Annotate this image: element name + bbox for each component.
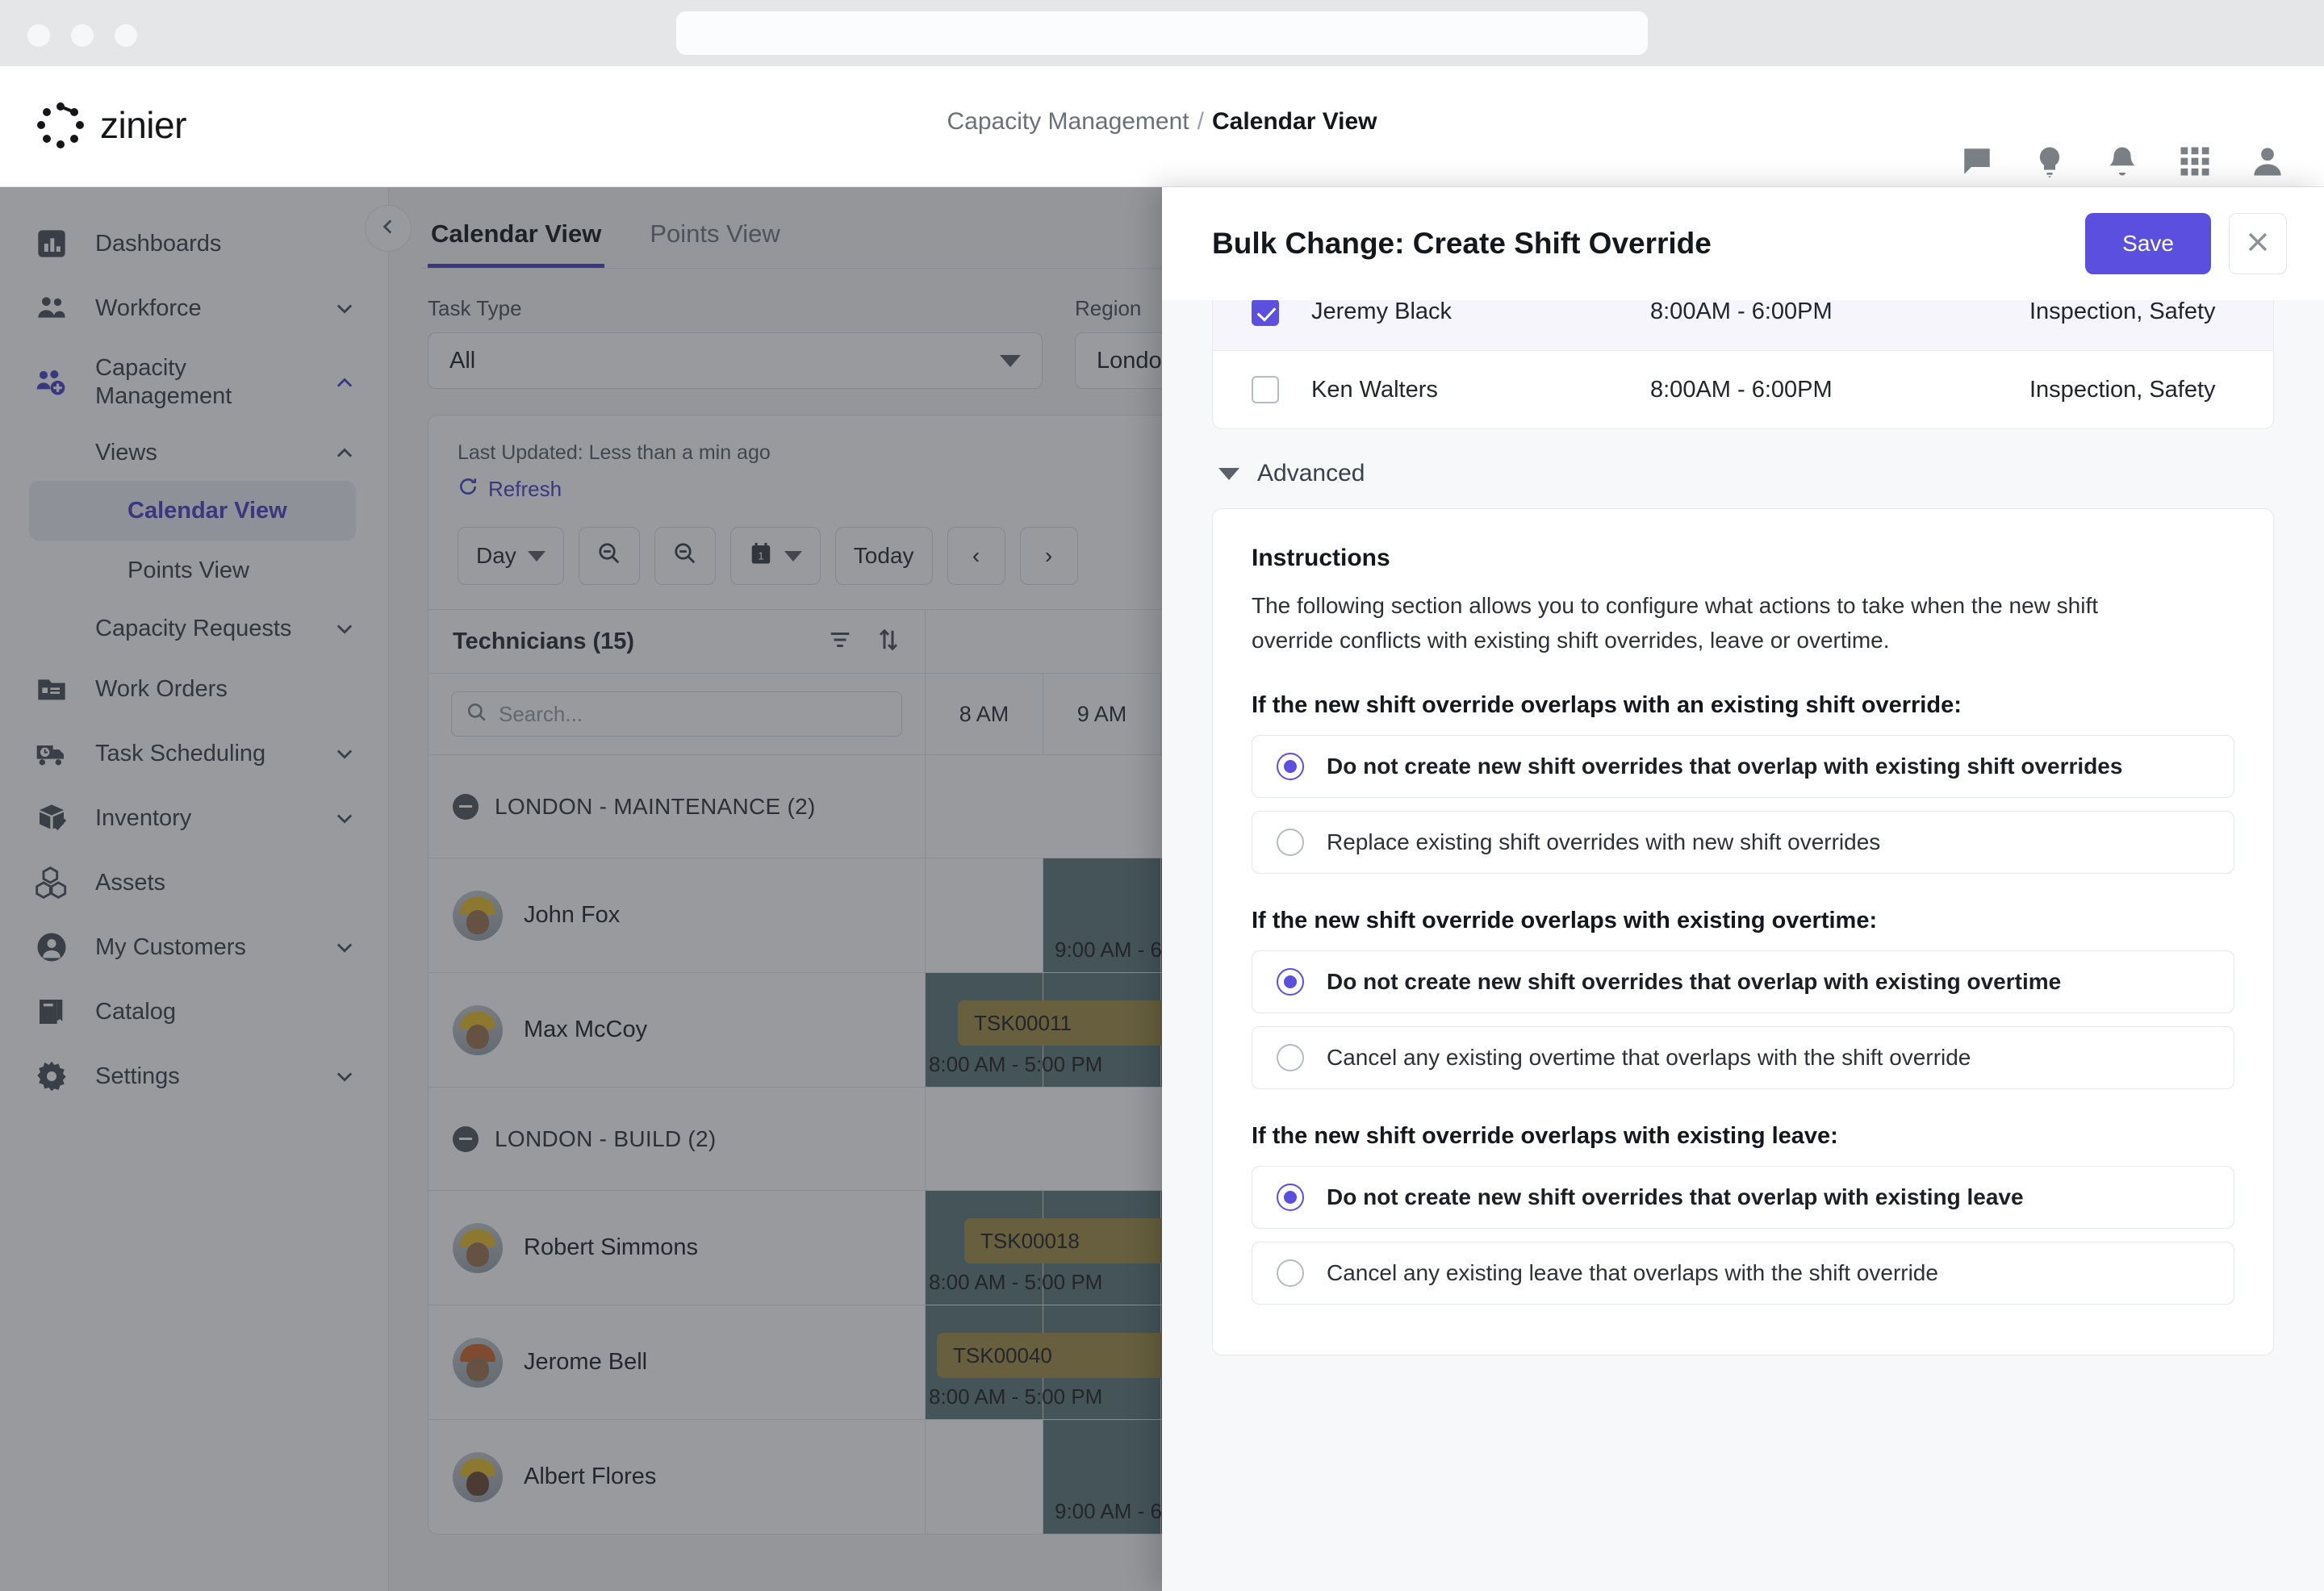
- user-avatar-icon[interactable]: [2250, 144, 2285, 179]
- radio-icon[interactable]: [1277, 967, 1304, 996]
- panel-header: Bulk Change: Create Shift Override Save: [1162, 187, 2324, 300]
- radio-option-shift-override-1[interactable]: Replace existing shift overrides with ne…: [1252, 810, 2234, 874]
- breadcrumb-separator: /: [1197, 108, 1204, 135]
- technician-shift-time: 8:00AM - 6:00PM: [1650, 376, 1833, 403]
- breadcrumb-parent[interactable]: Capacity Management: [947, 108, 1189, 135]
- bell-icon[interactable]: [2105, 144, 2140, 179]
- bulk-change-panel: Bulk Change: Create Shift Override Save …: [1162, 187, 2324, 1591]
- instructions-title: Instructions: [1252, 545, 1390, 571]
- row-checkbox[interactable]: [1252, 376, 1279, 403]
- radio-icon[interactable]: [1277, 1183, 1304, 1211]
- app-header: zinier Capacity Management / Calendar View: [0, 66, 2324, 187]
- radio-option-shift-override-0[interactable]: Do not create new shift overrides that o…: [1252, 734, 2234, 798]
- close-window-dot[interactable]: [27, 24, 50, 47]
- advanced-settings-card: Instructions The following section allow…: [1212, 508, 2274, 1355]
- close-button[interactable]: [2229, 213, 2287, 274]
- radio-option-label: Do not create new shift overrides that o…: [1327, 1184, 2024, 1209]
- question-label-shift-override: If the new shift override overlaps with …: [1252, 691, 1962, 718]
- address-bar[interactable]: [676, 11, 1648, 55]
- technician-shift-time: 8:00AM - 6:00PM: [1650, 300, 1833, 324]
- radio-option-overtime-0[interactable]: Do not create new shift overrides that o…: [1252, 950, 2234, 1013]
- radio-icon[interactable]: [1277, 1259, 1304, 1287]
- chat-icon[interactable]: [1959, 144, 1995, 179]
- window-traffic-lights: [27, 24, 137, 47]
- page-title: Bulk Change: Create Shift Override: [1212, 227, 1712, 260]
- browser-chrome: [0, 0, 2324, 66]
- minimize-window-dot[interactable]: [71, 24, 94, 47]
- radio-option-label: Do not create new shift overrides that o…: [1327, 968, 2062, 994]
- radio-option-overtime-1[interactable]: Cancel any existing overtime that overla…: [1252, 1025, 2234, 1089]
- lightbulb-icon[interactable]: [2032, 144, 2067, 179]
- radio-option-label: Replace existing shift overrides with ne…: [1327, 829, 1881, 854]
- panel-body: Jeremy Black 8:00AM - 6:00PM Inspection,…: [1162, 300, 2324, 1591]
- list-item[interactable]: Jeremy Black 8:00AM - 6:00PM Inspection,…: [1213, 300, 2273, 351]
- radio-icon[interactable]: [1277, 828, 1304, 856]
- radio-option-label: Cancel any existing leave that overlaps …: [1327, 1259, 1938, 1285]
- breadcrumb: Capacity Management / Calendar View: [0, 108, 2324, 136]
- breadcrumb-current: Calendar View: [1211, 108, 1377, 135]
- row-checkbox[interactable]: [1252, 300, 1279, 326]
- header-actions: [1959, 144, 2285, 179]
- technician-selection-list: Jeremy Black 8:00AM - 6:00PM Inspection,…: [1212, 300, 2274, 429]
- close-icon: [2244, 228, 2272, 260]
- save-button[interactable]: Save: [2085, 213, 2211, 274]
- maximize-window-dot[interactable]: [115, 24, 137, 47]
- technician-skills: Inspection, Safety: [2029, 376, 2216, 403]
- radio-option-leave-1[interactable]: Cancel any existing leave that overlaps …: [1252, 1241, 2234, 1305]
- radio-option-label: Cancel any existing overtime that overla…: [1327, 1044, 1971, 1070]
- question-label-overtime: If the new shift override overlaps with …: [1252, 907, 1878, 933]
- radio-option-leave-0[interactable]: Do not create new shift overrides that o…: [1252, 1165, 2234, 1229]
- technician-name: Jeremy Black: [1311, 300, 1452, 324]
- radio-icon[interactable]: [1277, 1043, 1304, 1071]
- apps-grid-icon[interactable]: [2177, 144, 2213, 179]
- advanced-section-toggle[interactable]: Advanced: [1212, 429, 2274, 508]
- technician-skills: Inspection, Safety: [2029, 300, 2216, 324]
- radio-option-label: Do not create new shift overrides that o…: [1327, 753, 2123, 779]
- instructions-text: The following section allows you to conf…: [1252, 593, 2099, 654]
- chevron-down-icon: [1218, 467, 1239, 480]
- advanced-label: Advanced: [1257, 460, 1365, 486]
- technician-name: Ken Walters: [1311, 376, 1438, 403]
- radio-icon[interactable]: [1277, 752, 1304, 780]
- question-label-leave: If the new shift override overlaps with …: [1252, 1122, 1838, 1149]
- list-item[interactable]: Ken Walters 8:00AM - 6:00PM Inspection, …: [1213, 351, 2273, 428]
